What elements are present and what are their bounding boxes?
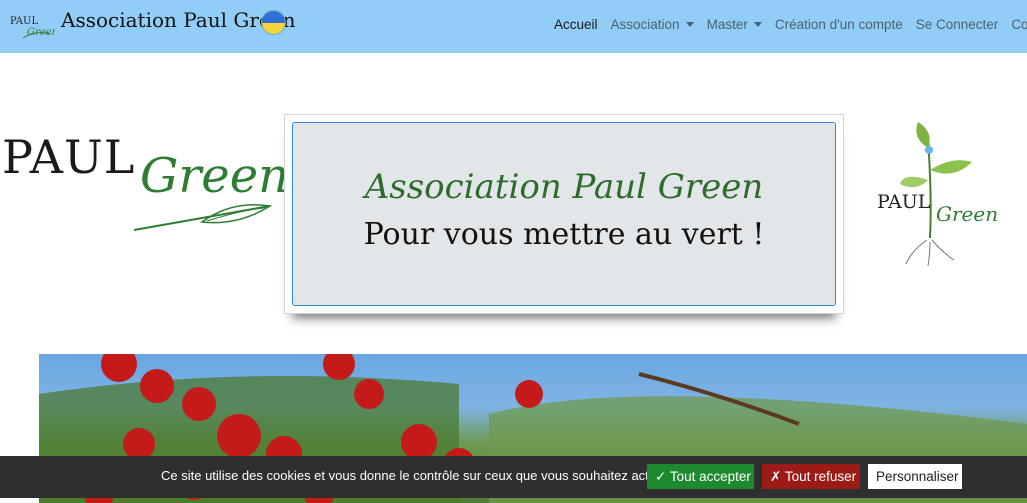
refuse-all-button[interactable]: ✗ Tout refuser [762,464,860,489]
brand-logo-paul: PAUL [10,16,38,27]
cookie-consent-bar: Ce site utilise des cookies et vous donn… [0,456,1027,498]
hero-subtitle: Pour vous mettre au vert ! [363,217,765,252]
cookie-message: Ce site utilise des cookies et vous donn… [161,468,670,483]
ukraine-flag-icon [261,10,286,35]
nav-item-contact[interactable]: Contact [1011,17,1027,32]
brand-logo[interactable]: PAUL Green [9,8,58,40]
hero-title: Association Paul Green [364,167,764,207]
main-nav: Accueil Association Master Création d'un… [554,17,1027,32]
nav-item-master[interactable]: Master [707,17,762,32]
paul-green-logo-right: PAUL Green [872,118,1002,268]
paul-green-logo-left: PAUL Green [2,130,289,245]
nav-item-association[interactable]: Association [611,17,694,32]
accept-all-button[interactable]: ✓ Tout accepter [647,464,754,489]
top-navbar: PAUL Green Association Paul Green Accuei… [0,0,1027,53]
hero-card-inner: Association Paul Green Pour vous mettre … [292,122,836,306]
customize-button[interactable]: Personnaliser [868,464,962,489]
leaf-swoosh-icon [133,203,273,231]
chevron-down-icon [753,22,762,27]
nav-item-creation-compte[interactable]: Création d'un compte [775,17,903,32]
chevron-down-icon [685,22,694,27]
hero-card: Association Paul Green Pour vous mettre … [284,114,844,314]
nav-item-accueil[interactable]: Accueil [554,17,598,32]
logo-right-green: Green [936,202,999,226]
nav-item-se-connecter[interactable]: Se Connecter [916,17,999,32]
logo-right-paul: PAUL [877,191,931,213]
